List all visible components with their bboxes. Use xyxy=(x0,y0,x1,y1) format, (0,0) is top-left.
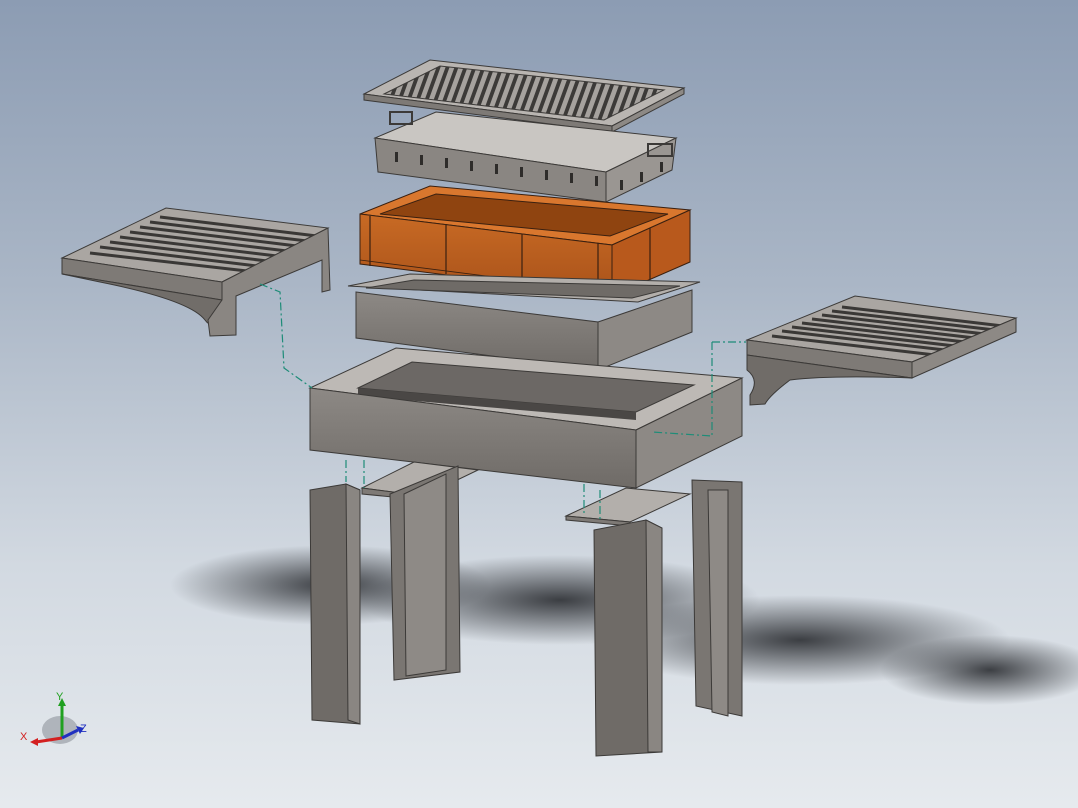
right-side-shelf[interactable] xyxy=(745,295,1018,406)
left-side-shelf[interactable] xyxy=(60,207,331,337)
charcoal-tray[interactable] xyxy=(373,111,678,203)
cad-viewport[interactable]: Y X Z xyxy=(0,0,1078,808)
leg-rear-right[interactable] xyxy=(691,479,743,717)
triad-x-label: X xyxy=(20,731,28,743)
leg-front-left[interactable] xyxy=(309,483,361,725)
coordinate-triad-icon xyxy=(30,698,84,746)
leg-rear-left[interactable] xyxy=(389,465,461,681)
main-body-frame[interactable] xyxy=(308,347,744,489)
triad-z-label: Z xyxy=(80,723,87,735)
triad-y-label: Y xyxy=(56,691,64,703)
exploded-assembly-view[interactable]: Y X Z xyxy=(0,0,1078,808)
leg-front-right[interactable] xyxy=(593,519,663,757)
